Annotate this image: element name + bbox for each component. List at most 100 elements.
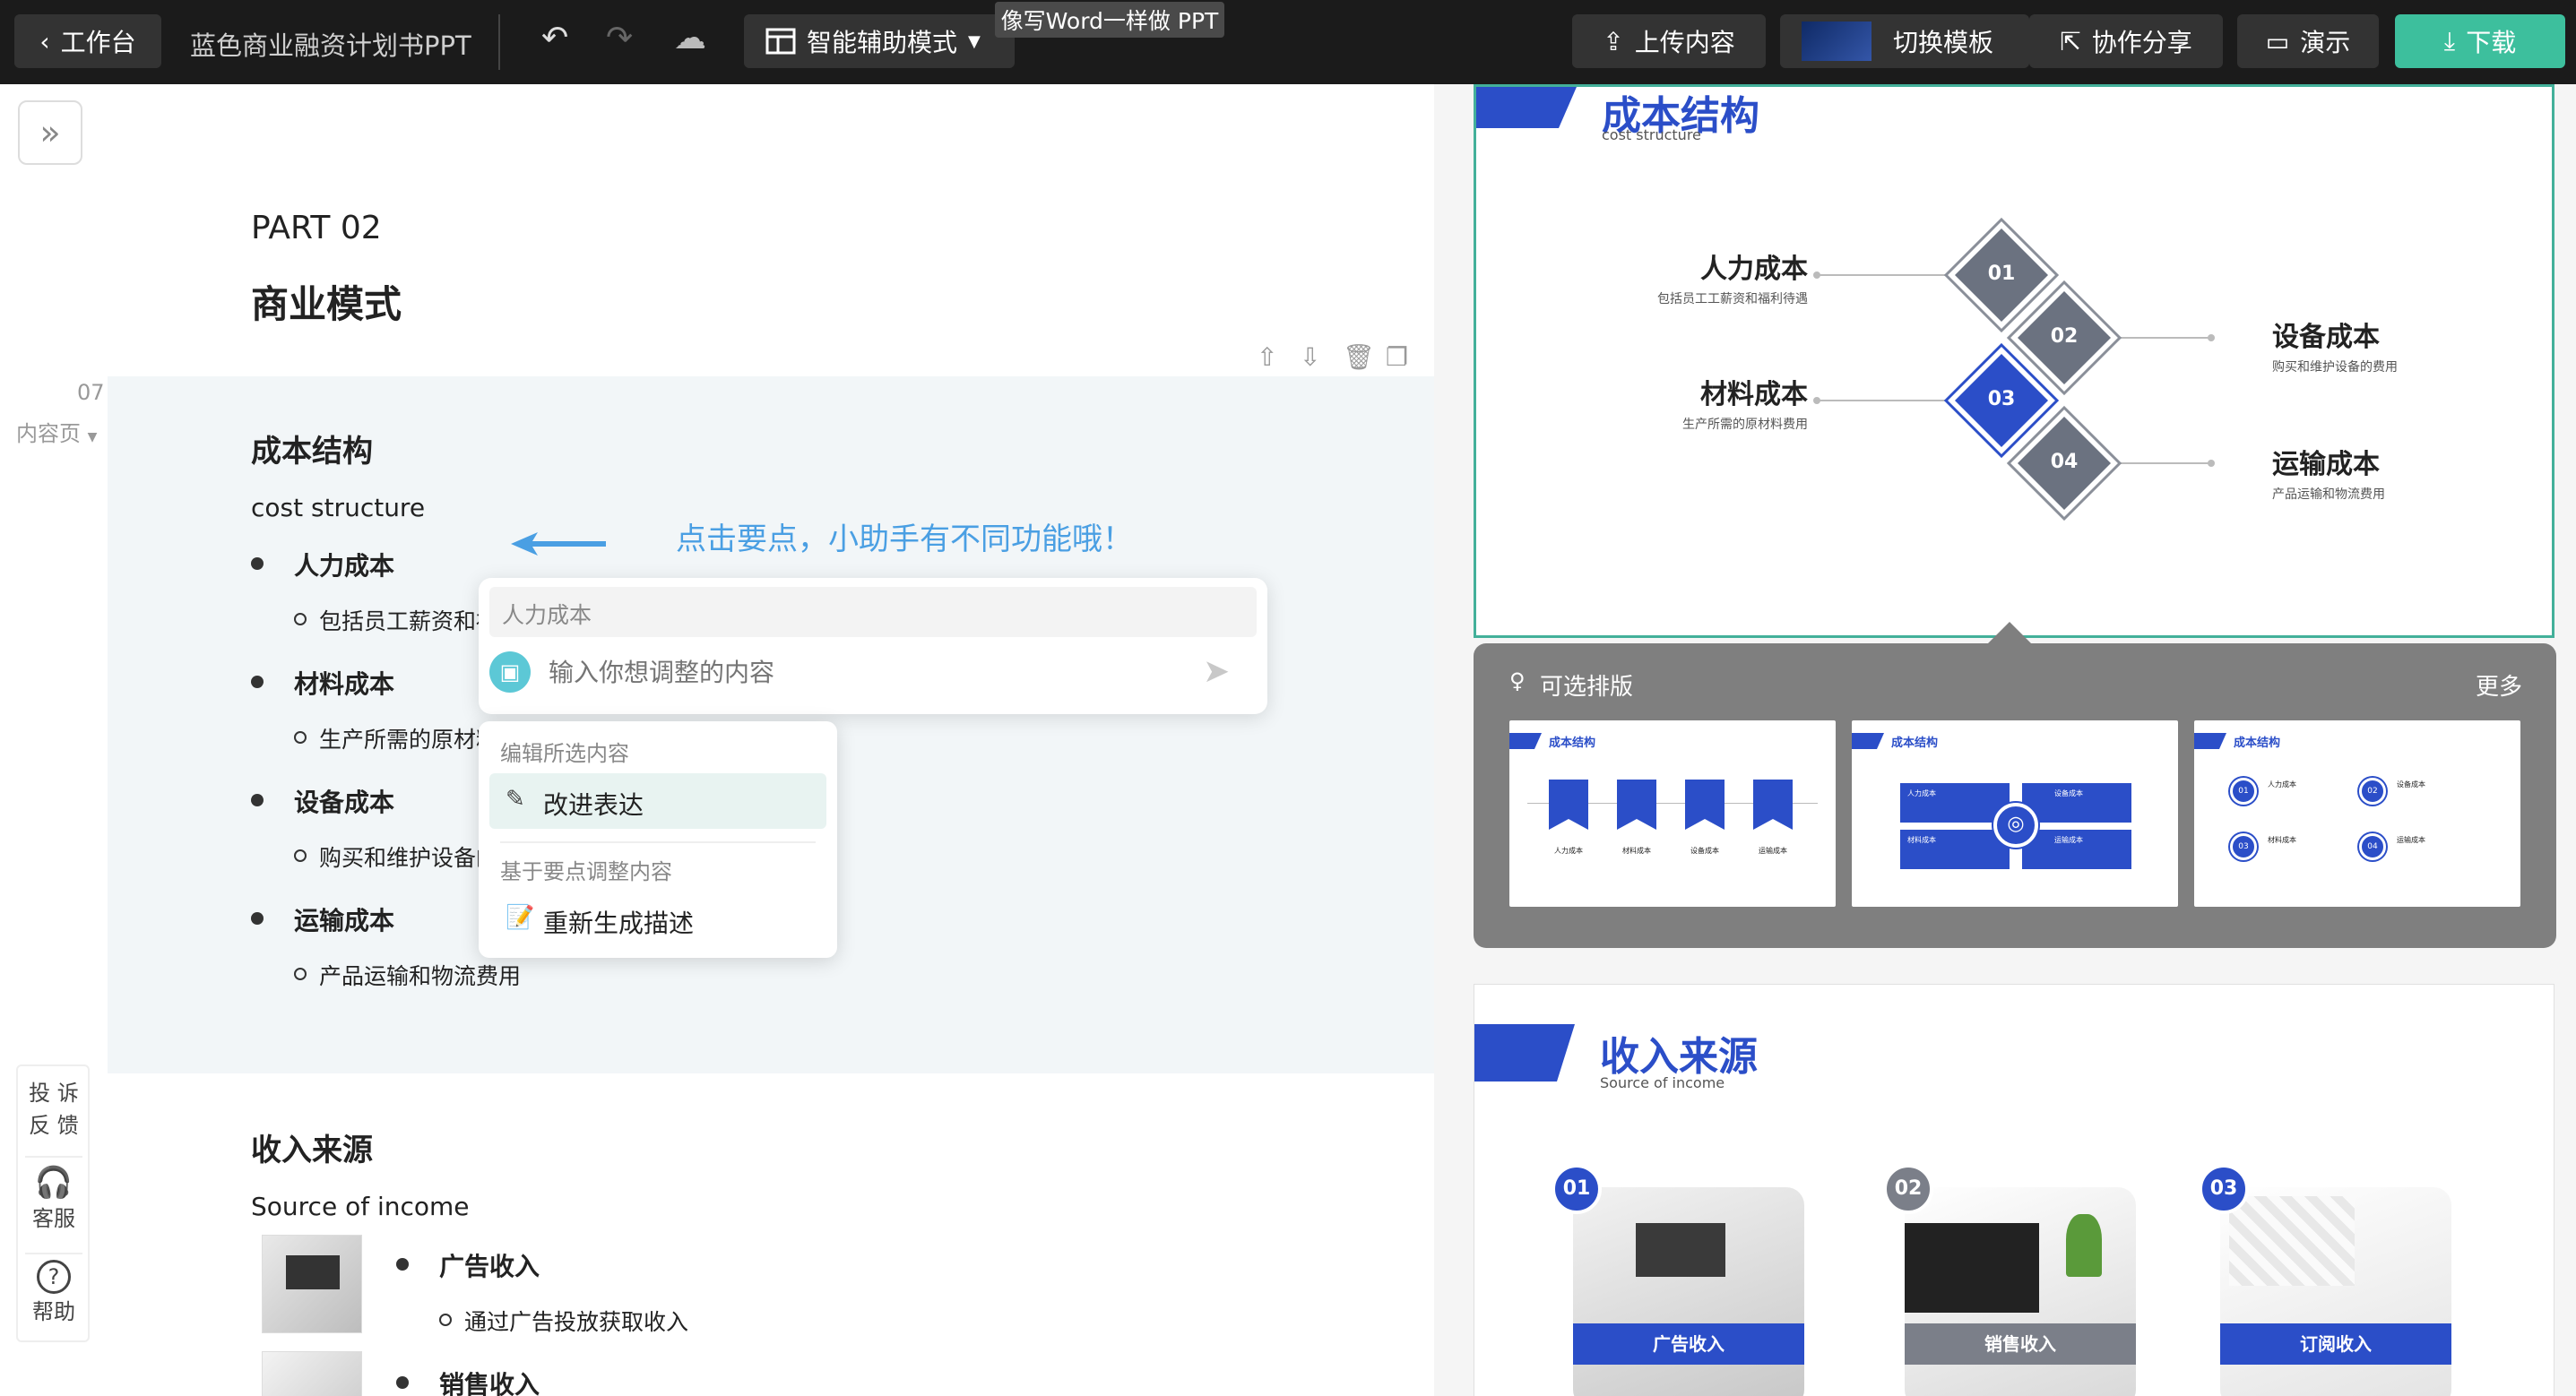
menu-item-label: 改进表达: [543, 790, 644, 820]
present-label: 演示: [2300, 28, 2351, 57]
sub-bullet: [294, 731, 307, 744]
diagram-item-title: 运输成本: [2272, 449, 2380, 480]
diamond-number: 02: [2050, 325, 2079, 348]
keyboard-shape: [2229, 1196, 2355, 1286]
bullet: [251, 794, 264, 806]
download-button[interactable]: ⤓ 下载: [2395, 14, 2565, 68]
ai-action-menu: 编辑所选内容 ✎ 改进表达 基于要点调整内容 📝 重新生成描述: [479, 721, 837, 958]
point-desc[interactable]: 包括员工薪资和福: [319, 604, 498, 636]
number-circle: 03: [2230, 833, 2257, 860]
slide-title[interactable]: 成本结构: [251, 427, 373, 470]
improve-expression-item[interactable]: ✎ 改进表达: [489, 773, 826, 829]
feedback-label: 投 诉: [29, 1081, 79, 1106]
point-desc[interactable]: 产品运输和物流费用: [319, 959, 521, 991]
headset-icon: 🎧: [34, 1165, 73, 1201]
ribbon-marker: [1549, 780, 1588, 830]
section-title[interactable]: 商业模式: [251, 274, 402, 329]
thumb-label: 运输成本: [2397, 836, 2425, 844]
thumb-label: 设备成本: [2054, 789, 2083, 797]
lightbulb-icon: ♀: [1509, 668, 1526, 694]
mode-tooltip: 像写Word一样做 PPT: [995, 2, 1224, 38]
thumb-title: 成本结构: [1549, 737, 1596, 750]
feedback-button[interactable]: 投 诉 反 馈: [18, 1077, 90, 1142]
point-title[interactable]: 材料成本: [294, 665, 394, 701]
help-button[interactable]: ? 帮助: [18, 1260, 90, 1325]
assistant-hint: 点击要点，小助手有不同功能哦！: [676, 521, 1133, 557]
point-title[interactable]: 设备成本: [294, 783, 394, 819]
title-accent-shape: [1852, 733, 1884, 749]
grid-block: 设备成本: [2022, 783, 2131, 823]
diagram-item-desc: 生产所需的原材料费用: [1682, 418, 1808, 432]
layout-thumbnail-1[interactable]: 成本结构 人力成本 材料成本 设备成本 运输成本: [1509, 720, 1836, 907]
title-accent-shape: [1509, 733, 1542, 749]
upload-content-button[interactable]: ⇪ 上传内容: [1572, 14, 1766, 68]
move-down-icon[interactable]: ⇩: [1300, 342, 1320, 372]
preview-slide-title: 收入来源: [1600, 1034, 1758, 1080]
thumb-label: 人力成本: [1907, 789, 1936, 797]
page-type-dropdown[interactable]: 内容页 ▼: [16, 416, 97, 447]
point-title[interactable]: 广告收入: [439, 1247, 540, 1283]
menu-group-label: 编辑所选内容: [500, 741, 629, 766]
switch-template-button[interactable]: 切换模板: [1780, 14, 2029, 68]
collaborate-share-button[interactable]: ⇱ 协作分享: [2029, 14, 2223, 68]
document-title: 蓝色商业融资计划书PPT: [190, 30, 471, 61]
support-label: 客服: [32, 1206, 75, 1231]
copy-icon[interactable]: ❐: [1386, 342, 1408, 372]
back-to-workbench-button[interactable]: ‹ 工作台: [14, 14, 161, 68]
income-card-image: [1905, 1187, 2136, 1396]
help-toolbar: 投 诉 反 馈 🎧 客服 ? 帮助: [16, 1064, 90, 1342]
point-desc[interactable]: 购买和维护设备的: [319, 840, 498, 873]
more-layouts-link[interactable]: 更多: [2476, 668, 2522, 702]
income-card-image: [1573, 1187, 1804, 1396]
slide-preview-income-source[interactable]: 收入来源 Source of income 广告收入 01 销售收入 02 订阅…: [1474, 984, 2554, 1396]
question-icon: ?: [37, 1260, 71, 1294]
income-card-image: [2220, 1187, 2451, 1396]
diagram-item-title: 材料成本: [1700, 379, 1808, 410]
caret-down-icon: ▼: [968, 31, 981, 51]
point-title[interactable]: 运输成本: [294, 901, 394, 937]
point-desc[interactable]: 通过广告投放获取收入: [464, 1305, 688, 1337]
layouts-label: 可选排版: [1540, 674, 1634, 701]
layout-thumbnail-3[interactable]: 成本结构 01 02 03 04 人力成本 设备成本 材料成本 运输成本: [2194, 720, 2520, 907]
slide-preview-cost-structure[interactable]: 成本结构 cost structure 01 02 03 04 人力成本 包括员…: [1474, 84, 2554, 638]
layout-thumbnail-2[interactable]: 成本结构 人力成本 设备成本 材料成本 运输成本 ◎: [1852, 720, 2178, 907]
slide-subtitle[interactable]: cost structure: [251, 493, 425, 522]
income-card-label: 广告收入: [1573, 1323, 1804, 1365]
send-icon[interactable]: ➤: [1203, 653, 1230, 690]
point-desc[interactable]: 生产所需的原材料: [319, 722, 498, 754]
adjust-content-input[interactable]: [549, 651, 1158, 693]
redo-icon[interactable]: ↷: [606, 20, 633, 56]
cloud-save-icon[interactable]: ☁: [674, 20, 706, 56]
divider: [25, 1156, 82, 1158]
template-label: 切换模板: [1893, 28, 1994, 57]
delete-icon[interactable]: 🗑: [1343, 342, 1375, 372]
help-label: 帮助: [32, 1299, 75, 1324]
grid-block: 人力成本: [1900, 783, 2010, 823]
laptop-screen: [1636, 1223, 1725, 1277]
present-button[interactable]: ▭ 演示: [2237, 14, 2379, 68]
point-title[interactable]: 人力成本: [294, 547, 394, 582]
page-number: 07: [77, 380, 105, 405]
ribbon-marker: [1753, 780, 1793, 830]
point-title[interactable]: 销售收入: [439, 1366, 540, 1396]
customer-service-button[interactable]: 🎧 客服: [18, 1165, 90, 1232]
selected-point-text: 人力成本: [502, 602, 592, 628]
expand-sidebar-button[interactable]: »: [18, 100, 82, 165]
next-slide-subtitle[interactable]: Source of income: [251, 1192, 470, 1221]
laptop-image[interactable]: [262, 1235, 362, 1333]
regenerate-description-item[interactable]: 📝 重新生成描述: [489, 892, 826, 947]
laptop-screen: [1905, 1223, 2039, 1313]
next-slide-title[interactable]: 收入来源: [251, 1125, 373, 1169]
title-accent-shape: [1474, 1024, 1575, 1081]
divider: [25, 1253, 82, 1254]
menu-group-label: 基于要点调整内容: [500, 859, 672, 884]
sub-bullet: [294, 613, 307, 625]
download-label: 下载: [2466, 28, 2517, 57]
move-up-icon[interactable]: ⇧: [1257, 342, 1277, 372]
top-toolbar: ‹ 工作台 蓝色商业融资计划书PPT ↶ ↷ ☁ 智能辅助模式 ▼ 像写Word…: [0, 0, 2576, 84]
smart-assist-mode-dropdown[interactable]: 智能辅助模式 ▼: [744, 14, 1015, 68]
office-image[interactable]: [262, 1351, 362, 1396]
undo-icon[interactable]: ↶: [541, 20, 568, 56]
page-type-label: 内容页: [16, 421, 81, 446]
thumb-label: 设备成本: [1690, 847, 1719, 855]
